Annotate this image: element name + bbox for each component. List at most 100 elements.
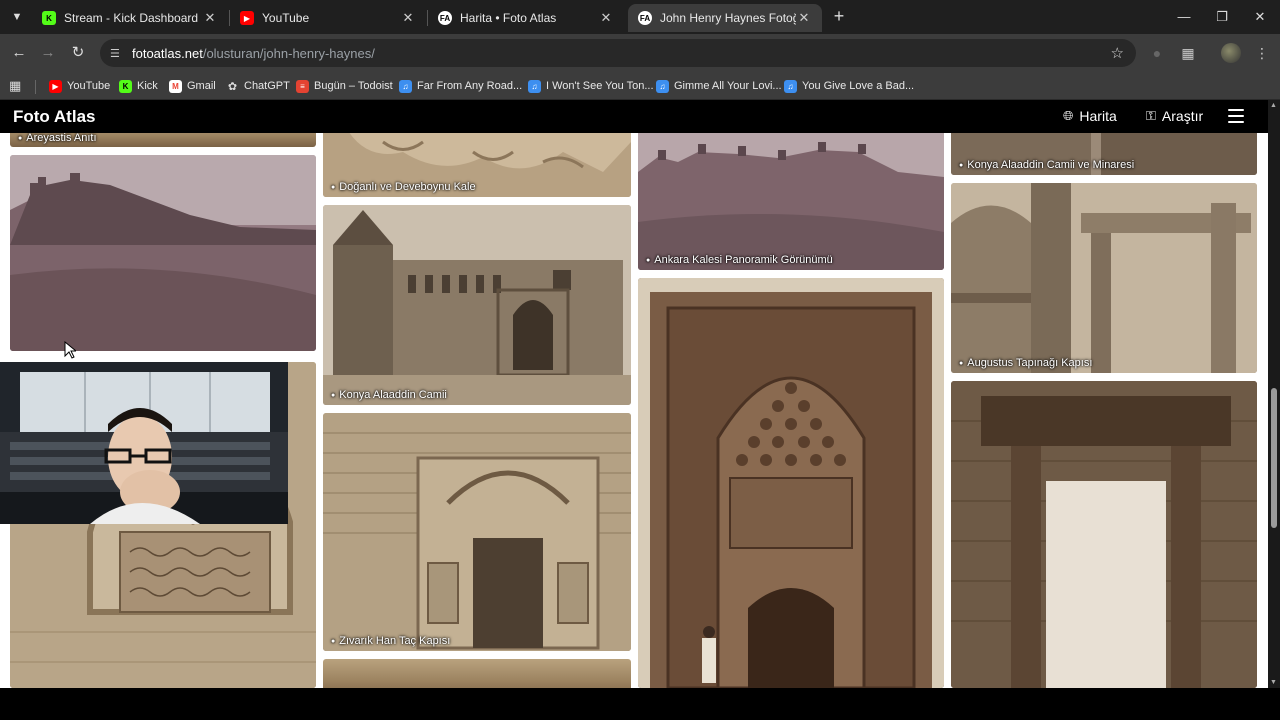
portal-photo xyxy=(323,413,631,651)
new-tab-plus-icon[interactable]: + xyxy=(830,7,848,27)
photo-caption: Augustus Tapınağı Kapısı xyxy=(959,357,1092,369)
bookmark-icon: ♫ xyxy=(399,79,412,93)
tab-john-henry-haynes[interactable]: FA John Henry Haynes Fotoğrafları ✕ xyxy=(628,4,822,32)
tab-youtube[interactable]: ▶ YouTube ✕ xyxy=(230,4,426,32)
more-menu-icon[interactable]: ⋮ xyxy=(1251,42,1273,64)
stone-gate-photo xyxy=(951,381,1257,688)
photo-card-zivarik-han[interactable]: Zıvarık Han Taç Kapısı xyxy=(323,413,631,651)
address-bar[interactable]: ☰ fotoatlas.net/olusturan/john-henry-hay… xyxy=(100,39,1136,67)
extension-icon[interactable]: ● xyxy=(1146,42,1168,64)
web-page: Foto Atlas 🌐︎ Harita ⚿ Araştır Areyastis… xyxy=(0,100,1268,688)
photo-card-ankara-kalesi[interactable]: Ankara Kalesi Panoramik Görünümü xyxy=(638,122,944,270)
youtube-icon: ▶ xyxy=(49,79,62,93)
portal-muqarnas-photo xyxy=(638,278,944,688)
bookmark-label: Bugün – Todoist xyxy=(314,80,393,92)
tab-title: YouTube xyxy=(262,11,310,25)
bookmark-chatgpt[interactable]: ✿ ChatGPT xyxy=(226,77,290,95)
bookmark-i-wont-see-you[interactable]: ♫ I Won't See You Ton... xyxy=(528,77,654,95)
bookmark-icon: ♫ xyxy=(656,79,669,93)
browser-tab-bar: ▼ K Stream - Kick Dashboard ✕ ▶ YouTube … xyxy=(0,0,1280,34)
photo-card-sahip-ata-portal[interactable] xyxy=(638,278,944,688)
photo-caption: Konya Alaaddin Camii xyxy=(331,389,447,401)
tab-kick-dashboard[interactable]: K Stream - Kick Dashboard ✕ xyxy=(32,4,228,32)
bookmark-label: I Won't See You Ton... xyxy=(546,80,654,92)
bookmark-far-from-any-road[interactable]: ♫ Far From Any Road... xyxy=(399,77,522,95)
browser-toolbar: ← → ↻ ☰ fotoatlas.net/olusturan/john-hen… xyxy=(0,34,1280,72)
photo-caption: Areyastis Anıtı xyxy=(18,132,96,144)
bookmark-gimme-all-your-lovin[interactable]: ♫ Gimme All Your Lovi... xyxy=(656,77,782,95)
castle-photo xyxy=(10,155,316,351)
globe-icon: 🌐︎ xyxy=(1063,108,1074,123)
close-tab-icon[interactable]: ✕ xyxy=(400,10,416,26)
bookmark-you-give-love[interactable]: ♫ You Give Love a Bad... xyxy=(784,77,914,95)
forward-arrow-icon[interactable]: → xyxy=(37,42,59,64)
bookmark-label: ChatGPT xyxy=(244,80,290,92)
kick-icon: K xyxy=(42,11,56,25)
photo-card-augustus-tapinagi[interactable]: Augustus Tapınağı Kapısı xyxy=(951,183,1257,373)
search-person-icon: ⚿ xyxy=(1146,108,1156,123)
bookmark-icon: ♫ xyxy=(528,79,541,93)
bookmark-label: Gimme All Your Lovi... xyxy=(674,80,782,92)
site-info-icon[interactable]: ☰ xyxy=(110,47,126,60)
tab-title: Harita • Foto Atlas xyxy=(460,11,557,25)
arrow-pointer xyxy=(64,340,78,359)
nav-harita-link[interactable]: 🌐︎ Harita xyxy=(1063,108,1117,124)
photo-caption: Ankara Kalesi Panoramik Görünümü xyxy=(646,254,833,266)
webcam-overlay xyxy=(0,362,288,524)
fotoatlas-icon: FA xyxy=(438,11,452,25)
gmail-icon: M xyxy=(169,79,182,93)
photo-card-gate-frame[interactable] xyxy=(951,381,1257,688)
profile-avatar[interactable] xyxy=(1221,43,1241,63)
close-tab-icon[interactable]: ✕ xyxy=(796,10,812,26)
photo-card-castle-1[interactable] xyxy=(10,155,316,351)
photo-caption: Konya Alaaddin Camii ve Minaresi xyxy=(959,159,1134,171)
scroll-up-icon[interactable]: ▲ xyxy=(1270,102,1277,109)
photo-caption: Doğanlı ve Deveboynu Kale xyxy=(331,181,475,193)
apps-grid-icon[interactable]: ▦ xyxy=(9,77,21,95)
photo-card-doganli-kale[interactable]: Doğanlı ve Deveboynu Kale xyxy=(323,122,631,197)
bookmark-gmail[interactable]: M Gmail xyxy=(169,77,216,95)
site-header: Foto Atlas 🌐︎ Harita ⚿ Araştır xyxy=(0,100,1268,133)
chatgpt-icon: ✿ xyxy=(227,80,238,93)
close-window-icon[interactable]: ✕ xyxy=(1246,6,1274,28)
tab-harita-foto-atlas[interactable]: FA Harita • Foto Atlas ✕ xyxy=(428,4,624,32)
bookmarks-bar: ▦ ▶ YouTube K Kick M Gmail ✿ ChatGPT ≡ B… xyxy=(0,72,1280,100)
close-tab-icon[interactable]: ✕ xyxy=(202,10,218,26)
tab-title: John Henry Haynes Fotoğrafları xyxy=(660,11,796,25)
site-logo[interactable]: Foto Atlas xyxy=(13,107,95,127)
bookmark-label: Far From Any Road... xyxy=(417,80,523,92)
page-scrollbar[interactable]: ▲ ▼ xyxy=(1268,100,1280,688)
bookmark-label: YouTube xyxy=(67,80,111,92)
minimize-icon[interactable]: — xyxy=(1170,6,1198,28)
bookmarks-divider xyxy=(35,80,36,94)
close-tab-icon[interactable]: ✕ xyxy=(598,10,614,26)
maximize-icon[interactable]: ❐ xyxy=(1208,6,1236,28)
bookmark-kick[interactable]: K Kick xyxy=(119,77,158,95)
bookmark-star-icon[interactable]: ☆ xyxy=(1111,44,1124,62)
bottom-black-bar xyxy=(0,688,1280,720)
ankara-castle-photo xyxy=(638,122,944,270)
bookmark-todoist[interactable]: ≡ Bugün – Todoist xyxy=(296,77,393,95)
mosque-photo xyxy=(323,205,631,405)
bookmark-label: You Give Love a Bad... xyxy=(802,80,915,92)
nav-arastir-link[interactable]: ⚿ Araştır xyxy=(1146,108,1203,124)
kick-icon: K xyxy=(119,79,132,93)
photo-card-partial[interactable] xyxy=(323,659,631,688)
back-arrow-icon[interactable]: ← xyxy=(8,42,30,64)
bookmark-youtube[interactable]: ▶ YouTube xyxy=(49,77,110,95)
extensions-puzzle-icon[interactable]: ▦ xyxy=(1177,42,1199,64)
tab-search-chevron-down-icon[interactable]: ▼ xyxy=(6,6,28,28)
nav-label: Harita xyxy=(1079,108,1117,124)
scrollbar-thumb[interactable] xyxy=(1271,388,1277,528)
tab-title: Stream - Kick Dashboard xyxy=(64,11,199,25)
youtube-icon: ▶ xyxy=(240,11,254,25)
photo-card-konya-alaaddin[interactable]: Konya Alaaddin Camii xyxy=(323,205,631,405)
scroll-down-icon[interactable]: ▼ xyxy=(1270,679,1277,686)
url-host: fotoatlas.net xyxy=(132,45,203,61)
fotoatlas-icon: FA xyxy=(638,11,652,25)
url-path: /olusturan/john-henry-haynes/ xyxy=(202,45,375,61)
reload-icon[interactable]: ↻ xyxy=(67,42,89,64)
todoist-icon: ≡ xyxy=(296,79,309,93)
bookmark-label: Gmail xyxy=(187,80,216,92)
hamburger-icon[interactable] xyxy=(1228,109,1244,123)
